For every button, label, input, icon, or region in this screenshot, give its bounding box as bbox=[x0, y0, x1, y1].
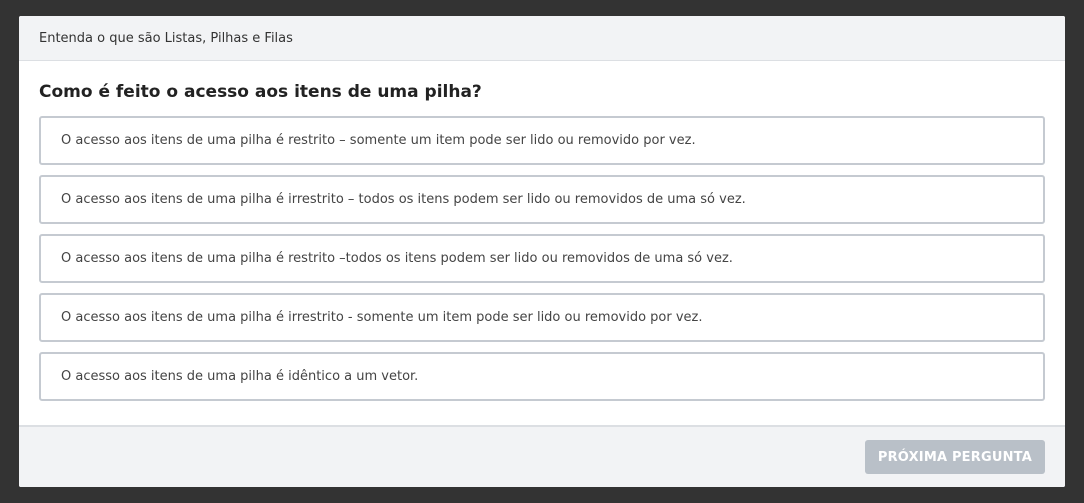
answer-option-label: O acesso aos itens de uma pilha é restri… bbox=[61, 133, 696, 148]
answer-options: O acesso aos itens de uma pilha é restri… bbox=[39, 116, 1045, 411]
answer-option-label: O acesso aos itens de uma pilha é idênti… bbox=[61, 369, 419, 384]
question-title: Como é feito o acesso aos itens de uma p… bbox=[39, 82, 482, 102]
modal-title: Entenda o que são Listas, Pilhas e Filas bbox=[39, 30, 293, 46]
answer-option-5[interactable]: O acesso aos itens de uma pilha é idênti… bbox=[39, 352, 1045, 401]
answer-option-2[interactable]: O acesso aos itens de uma pilha é irrest… bbox=[39, 175, 1045, 224]
next-question-button[interactable]: PRÓXIMA PERGUNTA bbox=[864, 440, 1045, 474]
modal-footer: PRÓXIMA PERGUNTA bbox=[19, 425, 1065, 487]
answer-option-label: O acesso aos itens de uma pilha é irrest… bbox=[61, 192, 746, 207]
quiz-modal: Entenda o que são Listas, Pilhas e Filas… bbox=[19, 16, 1065, 487]
answer-option-4[interactable]: O acesso aos itens de uma pilha é irrest… bbox=[39, 293, 1045, 342]
answer-option-label: O acesso aos itens de uma pilha é restri… bbox=[61, 251, 733, 266]
answer-option-label: O acesso aos itens de uma pilha é irrest… bbox=[61, 310, 703, 325]
answer-option-1[interactable]: O acesso aos itens de uma pilha é restri… bbox=[39, 116, 1045, 165]
answer-option-3[interactable]: O acesso aos itens de uma pilha é restri… bbox=[39, 234, 1045, 283]
modal-header: Entenda o que são Listas, Pilhas e Filas bbox=[19, 16, 1065, 61]
